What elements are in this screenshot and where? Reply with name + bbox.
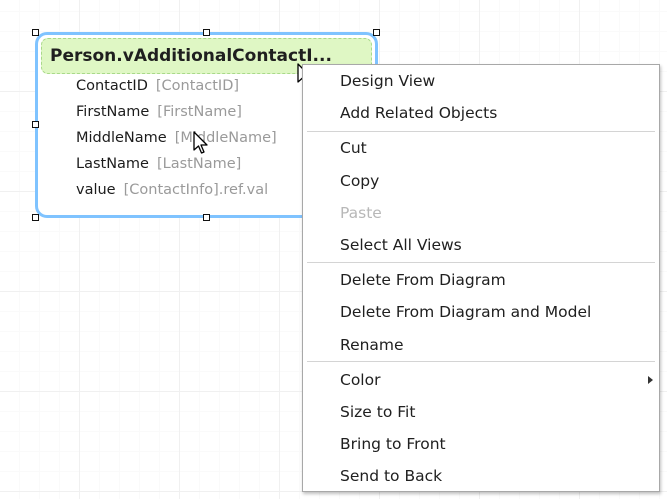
resize-handle-top-center[interactable] <box>203 29 210 36</box>
menu-item-cut[interactable]: Cut <box>303 132 659 164</box>
menu-item-design-view[interactable]: Design View <box>303 65 659 97</box>
submenu-arrow-icon <box>648 376 653 384</box>
field-source: [FirstName] <box>157 104 242 120</box>
menu-item-send-to-back[interactable]: Send to Back <box>303 460 659 492</box>
field-source: [LastName] <box>156 156 242 172</box>
context-menu: Design View Add Related Objects Cut Copy… <box>302 64 660 492</box>
menu-item-add-related-objects[interactable]: Add Related Objects <box>303 97 659 129</box>
menu-item-size-to-fit[interactable]: Size to Fit <box>303 396 659 428</box>
entity-field-row[interactable]: FirstName [FirstName] <box>76 99 277 125</box>
menu-item-paste: Paste <box>340 204 382 222</box>
field-source: [ContactID] <box>155 78 240 94</box>
menu-separator <box>307 262 655 263</box>
menu-item-color-label: Color <box>340 371 381 389</box>
menu-item-select-all-views[interactable]: Select All Views <box>303 229 659 261</box>
resize-handle-top-right[interactable] <box>373 29 380 36</box>
field-name: ContactID <box>76 78 148 94</box>
resize-handle-middle-left[interactable] <box>32 121 39 128</box>
menu-item-bring-to-front[interactable]: Bring to Front <box>303 428 659 460</box>
field-source: [MiddleName] <box>174 130 277 146</box>
field-name: value <box>76 182 116 198</box>
entity-field-row[interactable]: value [ContactInfo].ref.val <box>76 177 277 203</box>
resize-handle-bottom-center[interactable] <box>203 214 210 221</box>
field-name: FirstName <box>76 104 150 120</box>
menu-item-rename[interactable]: Rename <box>303 329 659 361</box>
mouse-pointer-icon <box>193 131 208 154</box>
menu-separator <box>307 361 655 362</box>
entity-field-row[interactable]: LastName [LastName] <box>76 151 277 177</box>
field-source: [ContactInfo].ref.val <box>123 182 269 198</box>
menu-item-delete-from-diagram-and-model[interactable]: Delete From Diagram and Model <box>303 296 659 328</box>
diagram-canvas[interactable]: Person.vAdditionalContactI... ContactID[… <box>0 0 667 499</box>
entity-field-list: ContactID [ContactID] FirstName [FirstName… <box>76 73 277 203</box>
entity-field-row[interactable]: ContactID [ContactID] <box>76 73 277 99</box>
entity-field-row[interactable]: MiddleName [MiddleName] <box>76 125 277 151</box>
field-name: LastName <box>76 156 149 172</box>
field-name: MiddleName <box>76 130 167 146</box>
menu-item-color[interactable]: Color <box>303 364 659 396</box>
resize-handle-bottom-left[interactable] <box>32 214 39 221</box>
menu-item-copy[interactable]: Copy <box>303 165 659 197</box>
resize-handle-top-left[interactable] <box>32 29 39 36</box>
menu-item-delete-from-diagram[interactable]: Delete From Diagram <box>303 264 659 296</box>
